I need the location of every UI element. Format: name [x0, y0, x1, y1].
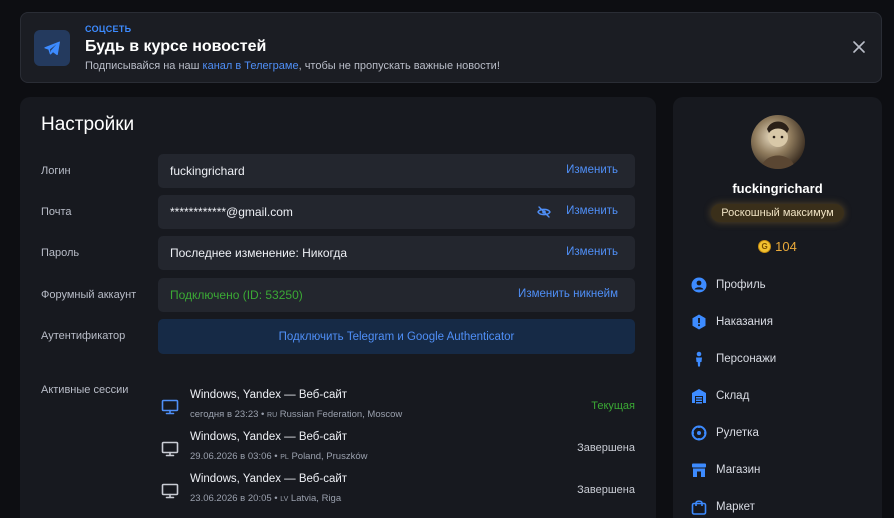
session-item: Windows, Yandex — Веб-сайт 23.06.2026 в … — [158, 473, 635, 513]
session-title: Windows, Yandex — Веб-сайт — [190, 473, 348, 485]
roulette-icon — [691, 425, 707, 441]
password-label: Пароль — [41, 247, 80, 259]
session-status: Завершена — [577, 442, 635, 454]
telegram-banner: СОЦСЕТЬ Будь в курсе новостей Подписывай… — [20, 12, 882, 83]
avatar[interactable] — [751, 115, 805, 169]
nav-item-characters[interactable]: Персонажи — [691, 348, 776, 370]
coin-amount: 104 — [775, 239, 797, 254]
session-time: 23.06.2026 в 20:05 • — [190, 493, 281, 504]
active-sessions-label: Активные сессии — [41, 384, 129, 396]
nav-label: Рулетка — [716, 427, 759, 439]
coin-icon: G — [758, 240, 772, 253]
store-icon — [691, 462, 707, 478]
session-title: Windows, Yandex — Веб-сайт — [190, 431, 348, 443]
session-item: Windows, Yandex — Веб-сайт 29.06.2026 в … — [158, 431, 635, 471]
hexagon-alert-icon — [691, 314, 707, 330]
banner-subtitle: Подписывайся на наш канал в Телеграме, ч… — [85, 60, 500, 72]
banner-subtitle-text-end: , чтобы не пропускать важные новости! — [298, 60, 500, 72]
monitor-icon — [161, 398, 179, 416]
login-value: fuckingrichard — [170, 164, 245, 178]
connect-authenticator-button[interactable]: Подключить Telegram и Google Authenticat… — [158, 319, 635, 354]
session-meta: 23.06.2026 в 20:05 • LV Latvia, Riga — [190, 493, 341, 504]
forum-account-label: Форумный аккаунт — [41, 289, 137, 301]
banner-subtitle-text: Подписывайся на наш — [85, 60, 203, 72]
change-email-button[interactable]: Изменить — [566, 205, 618, 217]
telegram-icon — [34, 30, 70, 66]
monitor-icon — [161, 440, 179, 458]
email-value: ************@gmail.com — [170, 205, 293, 219]
close-icon[interactable] — [851, 39, 867, 55]
country-code: PL — [280, 454, 289, 461]
nav-label: Магазин — [716, 464, 761, 476]
shopping-bag-icon — [691, 499, 707, 515]
change-nickname-button[interactable]: Изменить никнейм — [518, 288, 618, 300]
banner-title: Будь в курсе новостей — [85, 38, 267, 55]
session-status: Текущая — [591, 400, 635, 412]
nav-item-punishments[interactable]: Наказания — [691, 311, 773, 333]
country-code: RU — [267, 412, 278, 419]
nav-item-store[interactable]: Магазин — [691, 459, 760, 481]
nav-label: Склад — [716, 390, 750, 402]
forum-account-value: Подключено (ID: 53250) — [170, 288, 303, 302]
forum-account-field: Подключено (ID: 53250) Изменить никнейм — [158, 278, 635, 312]
login-field: fuckingrichard Изменить — [158, 154, 635, 188]
monitor-icon — [161, 482, 179, 500]
change-login-button[interactable]: Изменить — [566, 164, 618, 176]
nav-label: Персонажи — [716, 353, 777, 365]
person-icon — [691, 351, 707, 367]
warehouse-icon — [691, 388, 707, 404]
eye-off-icon[interactable] — [537, 205, 551, 219]
session-location: Russian Federation, Moscow — [277, 409, 403, 420]
nav-item-roulette[interactable]: Рулетка — [691, 422, 759, 444]
change-password-button[interactable]: Изменить — [566, 246, 618, 258]
session-location: Latvia, Riga — [288, 493, 342, 504]
profile-username: fuckingrichard — [732, 181, 823, 196]
session-title: Windows, Yandex — Веб-сайт — [190, 389, 348, 401]
profile-sidebar: fuckingrichard Роскошный максимум G 104 … — [673, 97, 882, 518]
email-field: ************@gmail.com Изменить — [158, 195, 635, 229]
nav-item-profile[interactable]: Профиль — [691, 274, 766, 296]
nav-label: Маркет — [716, 501, 755, 513]
nav-item-market[interactable]: Маркет — [691, 496, 755, 518]
settings-title: Настройки — [41, 114, 135, 135]
session-time: сегодня в 23:23 • — [190, 409, 268, 420]
session-status: Завершена — [577, 484, 635, 496]
authenticator-label: Аутентификатор — [41, 330, 126, 342]
user-icon — [691, 277, 707, 293]
coin-balance: G 104 — [673, 239, 882, 254]
email-label: Почта — [41, 206, 72, 218]
nav-item-warehouse[interactable]: Склад — [691, 385, 749, 407]
nav-label: Профиль — [716, 279, 766, 291]
settings-panel: Настройки Логин fuckingrichard Изменить … — [20, 97, 656, 518]
telegram-channel-link[interactable]: канал в Телеграме — [203, 60, 299, 72]
banner-tag: СОЦСЕТЬ — [85, 24, 132, 34]
session-time: 29.06.2026 в 03:06 • — [190, 451, 281, 462]
login-label: Логин — [41, 165, 71, 177]
session-item: Windows, Yandex — Веб-сайт сегодня в 23:… — [158, 389, 635, 429]
rank-badge: Роскошный максимум — [711, 204, 844, 222]
password-value: Последнее изменение: Никогда — [170, 246, 348, 260]
session-location: Poland, Pruszków — [288, 451, 368, 462]
nav-label: Наказания — [716, 316, 773, 328]
session-meta: сегодня в 23:23 • RU Russian Federation,… — [190, 409, 402, 420]
password-field: Последнее изменение: Никогда Изменить — [158, 236, 635, 270]
session-meta: 29.06.2026 в 03:06 • PL Poland, Pruszków — [190, 451, 368, 462]
